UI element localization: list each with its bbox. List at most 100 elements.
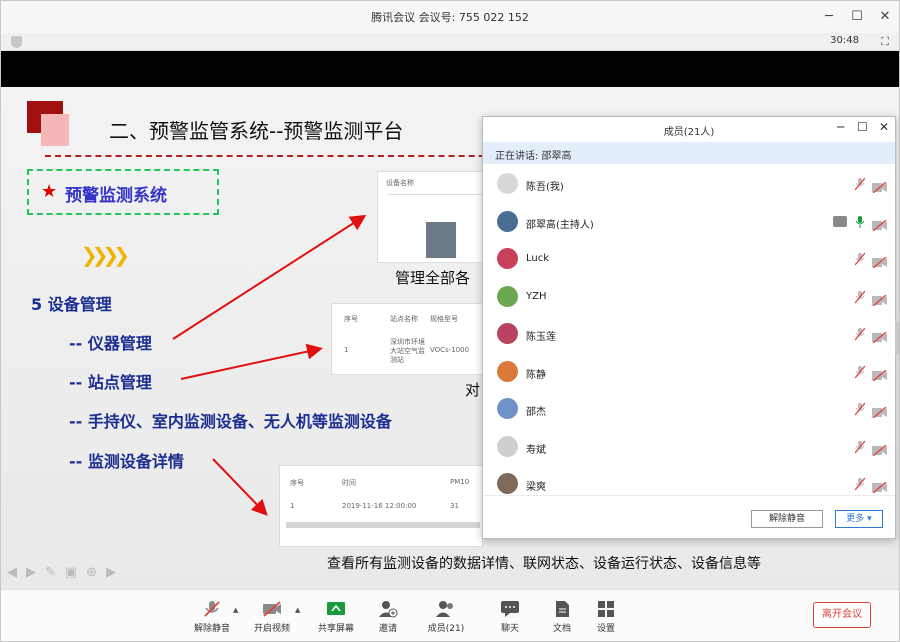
security-shield-icon[interactable] [11,36,22,48]
fullscreen-icon[interactable]: ⛶ [881,35,889,49]
member-row[interactable]: 陈静 [483,355,895,392]
minimize-icon[interactable]: ─ [819,7,839,27]
info-bar: 30:48 ⛶ [1,33,899,51]
thumb-a-header: 设备名称 [386,179,414,187]
unmute-button[interactable]: 解除静音 [187,600,237,634]
camera-off-icon[interactable] [872,291,887,306]
thumb-b-cell-3: VOCs-1000 [430,346,470,354]
mic-muted-icon[interactable] [854,326,866,341]
thumb-c-col-1: 序号 [290,479,304,487]
members-icon [436,601,453,617]
invite-button[interactable]: 邀请 [363,600,413,634]
avatar [497,210,518,232]
mic-muted-icon[interactable] [854,289,866,303]
start-video-button[interactable]: 开启视频 [247,600,297,634]
camera-off-icon[interactable] [872,328,887,344]
member-row[interactable]: 邵翠高(主持人) [483,205,895,242]
avatar [497,398,518,419]
settings-grid-icon [598,601,614,617]
thumb-c-scrollbar [286,522,480,528]
letterbox-bar [1,51,899,87]
avatar [497,285,518,307]
mic-muted-icon[interactable] [854,251,866,266]
member-name: 邵杰 [526,407,546,418]
panel-minimize-icon[interactable]: ─ [837,120,844,134]
camera-off-icon [263,601,281,617]
member-name: 寿斌 [526,444,546,456]
mic-muted-icon[interactable] [854,439,866,453]
slide-control-icons[interactable]: ◀▶✎▣⊕▶ [7,565,125,580]
member-name: Luck [526,253,550,264]
close-icon[interactable]: ✕ [875,7,895,27]
avatar [497,435,518,457]
mic-muted-icon [204,601,220,617]
members-panel: 成员(21人) ─ ☐ ✕ 正在讲话: 邵翠高 陈吾(我) 邵翠高(主持人) Luc… [482,116,896,539]
meeting-toolbar: 解除静音 ▲ 开启视频 ▲ 共享屏幕 邀请 成员(21) 聊天 文档 设置 离开… [1,589,899,641]
member-row[interactable]: 寿斌 [483,430,895,467]
panel-maximize-icon[interactable]: ☐ [857,120,868,134]
mic-muted-icon[interactable] [854,401,866,416]
members-panel-footer: 解除静音 更多 ▾ [483,495,895,538]
caption-view-details: 查看所有监测设备的数据详情、联网状态、设备运行状态、设备信息等 [327,556,761,572]
thumbnail-device-list: 设备名称 [377,171,483,263]
member-row[interactable]: 陈玉莲 [483,317,895,354]
members-label: 成员(21) [427,624,465,634]
invite-icon [379,601,398,618]
share-screen-label: 共享屏幕 [317,624,354,634]
documents-button[interactable]: 文档 [537,600,587,634]
unmute-label: 解除静音 [193,624,230,634]
mic-muted-icon[interactable] [854,364,866,378]
camera-off-icon[interactable] [872,441,887,456]
speaking-indicator: 正在讲话: 邵翠高 [483,142,895,164]
avatar [497,360,518,382]
avatar [497,323,518,344]
settings-button[interactable]: 设置 [581,600,631,634]
share-screen-icon [327,602,345,615]
thumbnail-station-list: 序号 站点名称 规格型号 1 深圳市环境大站空气监测站 VOCs-1000 [331,303,483,375]
camera-off-icon[interactable] [872,216,887,231]
thumb-b-col-1: 序号 [344,315,358,323]
mic-muted-icon[interactable] [854,176,866,191]
unmute-all-button[interactable]: 解除静音 [751,510,823,528]
thumb-b-cell-2: 深圳市环境大站空气监测站 [390,338,425,364]
camera-off-icon[interactable] [872,366,887,381]
mic-on-icon[interactable] [855,214,865,228]
thumb-c-col-2: 时间 [342,479,356,487]
member-row[interactable]: Luck [483,242,895,279]
chat-icon [501,601,519,617]
panel-scrollbar[interactable] [895,321,899,355]
document-icon [556,601,569,617]
member-name: YZH [526,290,547,302]
panel-close-icon[interactable]: ✕ [879,120,889,134]
chat-button[interactable]: 聊天 [485,600,535,634]
member-name: 陈吾(我) [526,182,564,193]
member-row[interactable]: 陈吾(我) [483,167,895,204]
screen-share-icon [833,215,847,227]
member-name: 邵翠高(主持人) [526,219,594,231]
video-options-icon[interactable]: ▲ [295,606,300,614]
avatar [497,473,518,494]
camera-off-icon[interactable] [872,478,887,494]
member-name: 陈玉莲 [526,332,556,343]
avatar [497,248,518,269]
camera-off-icon[interactable] [872,403,887,419]
thumb-c-col-3: PM10 [450,478,470,486]
member-row[interactable]: 邵杰 [483,392,895,429]
share-screen-button[interactable]: 共享屏幕 [311,600,361,634]
window-title: 腾讯会议 会议号: 755 022 152 [371,11,529,24]
member-row[interactable]: YZH [483,280,895,317]
mic-muted-icon[interactable] [854,476,866,491]
leave-meeting-button[interactable]: 离开会议 [813,602,871,628]
members-button[interactable]: 成员(21) [421,600,471,634]
maximize-icon[interactable]: ☐ [847,7,867,27]
camera-off-icon[interactable] [872,253,887,269]
documents-label: 文档 [552,624,571,634]
thumb-b-col-2: 站点名称 [390,315,418,323]
thumbnail-device-detail: 序号 时间 PM10 1 2019-11-16 12:00:00 31 [279,465,483,547]
audio-options-icon[interactable]: ▲ [233,606,238,614]
meeting-window: 腾讯会议 会议号: 755 022 152 ─ ☐ ✕ 30:48 ⛶ 二、预警… [0,0,900,642]
more-button[interactable]: 更多 ▾ [835,510,883,528]
camera-off-icon[interactable] [872,178,887,194]
settings-label: 设置 [596,624,615,634]
members-panel-title: 成员(21人) [663,127,715,138]
